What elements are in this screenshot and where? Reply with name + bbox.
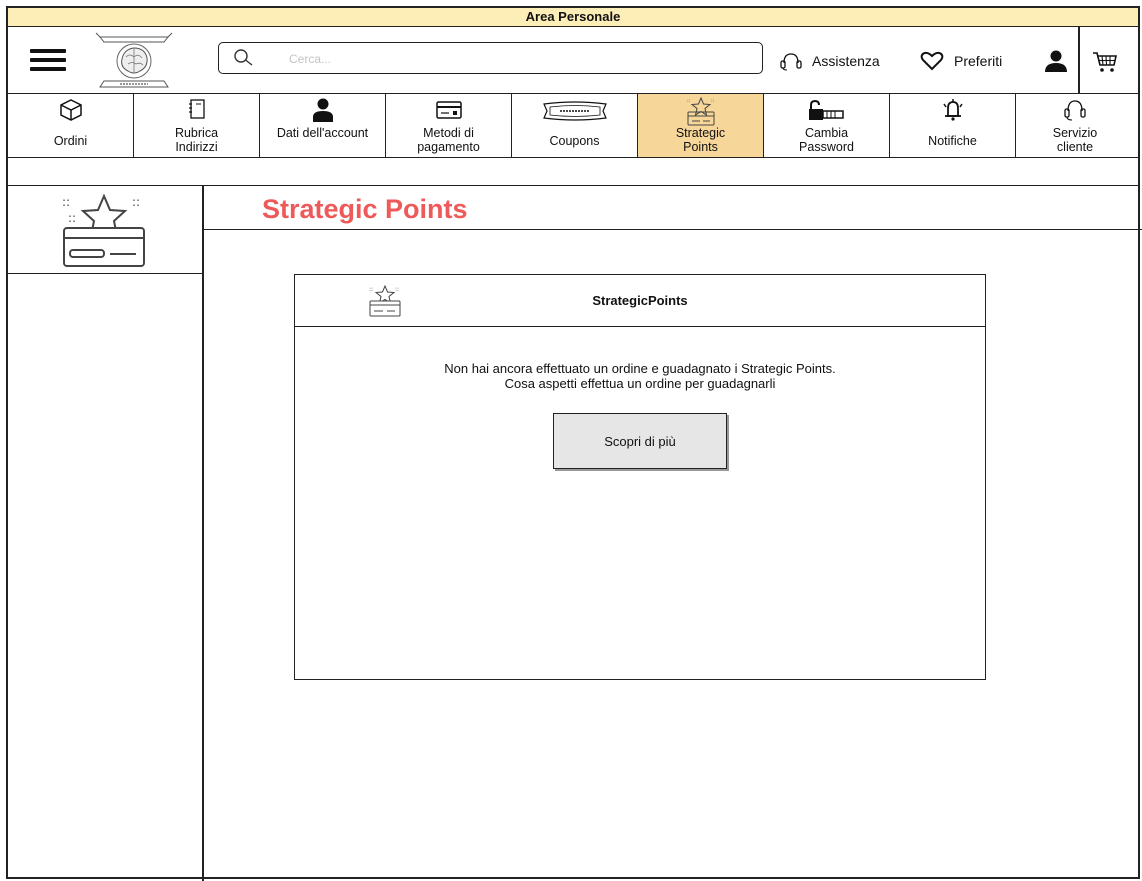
svg-text:::: ::	[687, 98, 691, 104]
tab-account-data[interactable]: Dati dell'account	[260, 94, 386, 157]
favorites-link[interactable]: Preferiti	[920, 51, 1002, 71]
lock-key-icon	[808, 99, 844, 120]
svg-text:::: ::	[62, 195, 70, 209]
hamburger-menu-icon[interactable]	[30, 49, 66, 71]
credit-card-icon	[435, 101, 462, 119]
discover-more-button[interactable]: Scopri di più	[553, 413, 727, 469]
message-line: Non hai ancora effettuato un ordine e gu…	[444, 361, 836, 376]
tab-label: Coupons	[549, 134, 600, 148]
address-book-icon	[188, 99, 205, 119]
tab-label: Metodi di pagamento	[417, 126, 480, 154]
tab-label: Notifiche	[928, 134, 977, 148]
message-line: Cosa aspetti effettua un ordine per guad…	[504, 376, 776, 391]
package-icon	[59, 99, 82, 121]
coupon-icon	[542, 101, 607, 121]
tab-coupons[interactable]: Coupons	[512, 94, 638, 157]
brain-logo-icon[interactable]	[90, 31, 178, 93]
empty-state-message: Non hai ancora effettuato un ordine e gu…	[295, 361, 985, 391]
page-header: Strategic Points	[204, 186, 1142, 230]
tab-payment-methods[interactable]: Metodi di pagamento	[386, 94, 512, 157]
svg-text:::: ::	[711, 98, 715, 104]
star-card-icon: :: :: ::	[62, 193, 145, 267]
account-tabs: Ordini Rubrica Indirizzi Dati dell'accou…	[8, 94, 1138, 158]
svg-text:::: ::	[395, 286, 399, 293]
window-title: Area Personale	[8, 8, 1138, 27]
assistance-link[interactable]: Assistenza	[776, 51, 880, 71]
svg-text:::: ::	[68, 211, 76, 225]
tab-label: Strategic Points	[675, 126, 726, 154]
tab-label: Ordini	[53, 134, 88, 148]
tab-orders[interactable]: Ordini	[8, 94, 134, 157]
heart-icon	[920, 51, 944, 71]
tab-address-book[interactable]: Rubrica Indirizzi	[134, 94, 260, 157]
card-title: StrategicPoints	[592, 293, 688, 308]
strategic-points-card: :: :: StrategicPoints Non hai ancora eff…	[294, 274, 986, 680]
search-icon	[234, 49, 253, 66]
tab-change-password[interactable]: Cambia Password	[764, 94, 890, 157]
headset-icon	[1064, 100, 1086, 121]
tab-strategic-points[interactable]: :: :: Strategic Points	[638, 94, 764, 157]
cart-icon[interactable]	[1092, 51, 1118, 78]
svg-text:::: ::	[369, 286, 373, 293]
tab-customer-service[interactable]: Servizio cliente	[1016, 94, 1134, 157]
tab-label: Cambia Password	[799, 126, 854, 154]
sidebar-divider	[202, 186, 204, 881]
search-input[interactable]	[289, 49, 689, 69]
tab-label: Dati dell'account	[276, 126, 369, 140]
user-account-icon[interactable]	[1044, 50, 1068, 77]
header: Assistenza Preferiti	[8, 27, 1138, 94]
card-header: :: :: StrategicPoints	[295, 275, 985, 327]
search-bar[interactable]	[218, 42, 763, 74]
headset-icon	[780, 53, 802, 71]
assistance-label: Assistenza	[812, 53, 880, 69]
bell-icon	[942, 99, 963, 121]
sidebar-section-icon: :: :: ::	[8, 186, 202, 274]
secondary-bar	[8, 158, 1138, 186]
star-card-icon: :: ::	[687, 96, 715, 126]
cart-divider	[1078, 27, 1080, 94]
user-icon	[312, 98, 333, 122]
app-window: Area Personale Cerca... Assistenza Prefe…	[6, 6, 1142, 881]
svg-text:::: ::	[132, 195, 140, 209]
favorites-label: Preferiti	[954, 53, 1003, 69]
page-title: Strategic Points	[262, 194, 468, 224]
tab-label: Servizio cliente	[1052, 126, 1098, 154]
tab-notifications[interactable]: Notifiche	[890, 94, 1016, 157]
tab-label: Rubrica Indirizzi	[174, 126, 219, 154]
